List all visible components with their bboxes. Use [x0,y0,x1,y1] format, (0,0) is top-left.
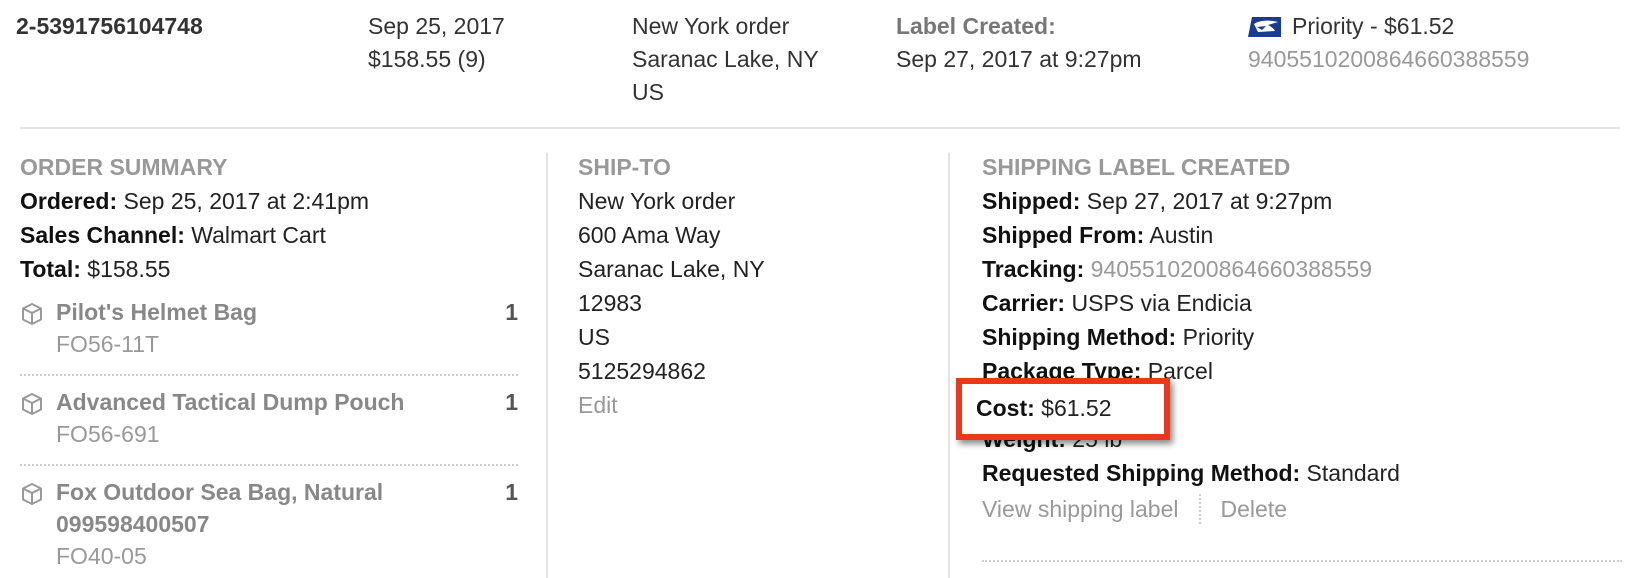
divider [20,127,1620,129]
item-name[interactable]: Fox Outdoor Sea Bag, Natural 09959840050… [56,476,478,540]
package-icon [22,393,42,415]
carrier-label: Carrier: [982,290,1066,316]
order-items-list: Pilot's Helmet Bag FO56-11T 1 Advanced T… [20,286,520,578]
column-divider [546,153,548,578]
list-item[interactable]: Pilot's Helmet Bag FO56-11T 1 [20,286,518,376]
requested-method-value: Standard [1306,460,1400,486]
section-title: ORDER SUMMARY [20,154,228,180]
total-row: Total: $158.55 [20,252,520,286]
shipto-summary-country: US [632,79,664,105]
status-date: Sep 27, 2017 at 9:27pm [896,46,1142,72]
ordered-label: Ordered: [20,188,118,214]
item-sku: FO56-691 [56,421,160,447]
package-type-label: Package Type: [982,358,1142,384]
order-detail-page: 2-5391756104748 Sep 25, 2017 $158.55 (9)… [0,0,1640,578]
item-sku: FO56-11T [56,331,160,357]
ship-to-section: SHIP-TO New York order 600 Ama Way Saran… [578,150,938,422]
shipto-zip: 12983 [578,290,642,316]
shipping-method-label: Shipping Method: [982,324,1177,350]
item-quantity: 1 [505,389,518,415]
package-type-row: Package Type: Parcel [982,354,1622,388]
weight-row: Weight: 25 lb [982,422,1622,456]
order-date: Sep 25, 2017 [368,13,505,39]
shipping-label-section: SHIPPING LABEL CREATED Shipped: Sep 27, … [982,150,1622,526]
shipped-from-row: Shipped From: Austin [982,218,1622,252]
shipped-label: Shipped: [982,188,1081,214]
order-date-total: Sep 25, 2017 $158.55 (9) [368,10,505,76]
package-icon [22,483,42,505]
shipped-from-label: Shipped From: [982,222,1145,248]
item-name[interactable]: Pilot's Helmet Bag [56,296,478,328]
weight-label: Weight: [982,426,1066,452]
order-summary-row[interactable]: 2-5391756104748 Sep 25, 2017 $158.55 (9)… [0,0,1640,128]
total-value: $158.55 [87,256,171,282]
carrier-service-price: Priority - $61.52 [1292,13,1455,39]
sales-channel-label: Sales Channel: [20,222,185,248]
section-title: SHIP-TO [578,154,671,180]
status-label: Label Created: [896,13,1056,39]
item-quantity: 1 [505,299,518,325]
requested-method-label: Requested Shipping Method: [982,460,1301,486]
item-name[interactable]: Advanced Tactical Dump Pouch [56,386,478,418]
view-shipping-label-link[interactable]: View shipping label [982,492,1179,526]
item-quantity: 1 [505,479,518,505]
delete-label-link[interactable]: Delete [1221,492,1287,526]
item-sku: FO40-05 [56,543,147,569]
tracking-link[interactable]: 9405510200864660388559 [1091,256,1372,282]
order-status: Label Created: Sep 27, 2017 at 9:27pm [896,10,1142,76]
edit-address-link[interactable]: Edit [578,388,938,422]
shipto-name: New York order [578,188,736,214]
total-label: Total: [20,256,81,282]
order-shipto-summary: New York order Saranac Lake, NY US [632,10,819,109]
order-total-items: $158.55 (9) [368,46,486,72]
shipto-summary-city: Saranac Lake, NY [632,46,819,72]
requested-method-row: Requested Shipping Method: Standard [982,456,1622,490]
carrier-value: USPS via Endicia [1071,290,1252,316]
highlighted-cost-value: $61.52 [1041,395,1112,421]
shipto-city: Saranac Lake, NY [578,256,765,282]
shipto-summary-name: New York order [632,13,790,39]
shipped-row: Shipped: Sep 27, 2017 at 9:27pm [982,184,1622,218]
shipped-value: Sep 27, 2017 at 9:27pm [1086,188,1333,214]
column-divider [948,153,950,578]
list-item[interactable]: Fox Outdoor Sea Bag, Natural 09959840050… [20,466,518,578]
package-icon [22,303,42,325]
list-item[interactable]: Advanced Tactical Dump Pouch FO56-691 1 [20,376,518,466]
shipping-method-row: Shipping Method: Priority [982,320,1622,354]
ordered-value: Sep 25, 2017 at 2:41pm [123,188,370,214]
sales-channel-row: Sales Channel: Walmart Cart [20,218,520,252]
highlighted-cost: Cost: $61.52 [976,391,1112,425]
divider [1198,494,1201,524]
shipto-street: 600 Ama Way [578,222,721,248]
shipped-from-value: Austin [1149,222,1214,248]
divider [982,560,1622,562]
ordered-row: Ordered: Sep 25, 2017 at 2:41pm [20,184,520,218]
tracking-label: Tracking: [982,256,1085,282]
shipping-method-value: Priority [1182,324,1255,350]
highlighted-cost-label: Cost: [976,395,1035,421]
package-type-value: Parcel [1147,358,1213,384]
order-number[interactable]: 2-5391756104748 [16,10,203,43]
section-title: SHIPPING LABEL CREATED [982,154,1291,180]
carrier-summary: Priority - $61.52 9405510200864660388559 [1248,10,1529,76]
weight-value: 25 lb [1072,426,1123,452]
order-summary-section: ORDER SUMMARY Ordered: Sep 25, 2017 at 2… [20,150,520,578]
carrier-row: Carrier: USPS via Endicia [982,286,1622,320]
shipto-country: US [578,324,610,350]
usps-logo-icon [1248,16,1281,37]
label-actions: View shipping label Delete [982,492,1622,526]
tracking-number-link[interactable]: 9405510200864660388559 [1248,43,1529,76]
sales-channel-value: Walmart Cart [191,222,326,248]
shipto-phone: 5125294862 [578,358,706,384]
tracking-row: Tracking: 9405510200864660388559 [982,252,1622,286]
